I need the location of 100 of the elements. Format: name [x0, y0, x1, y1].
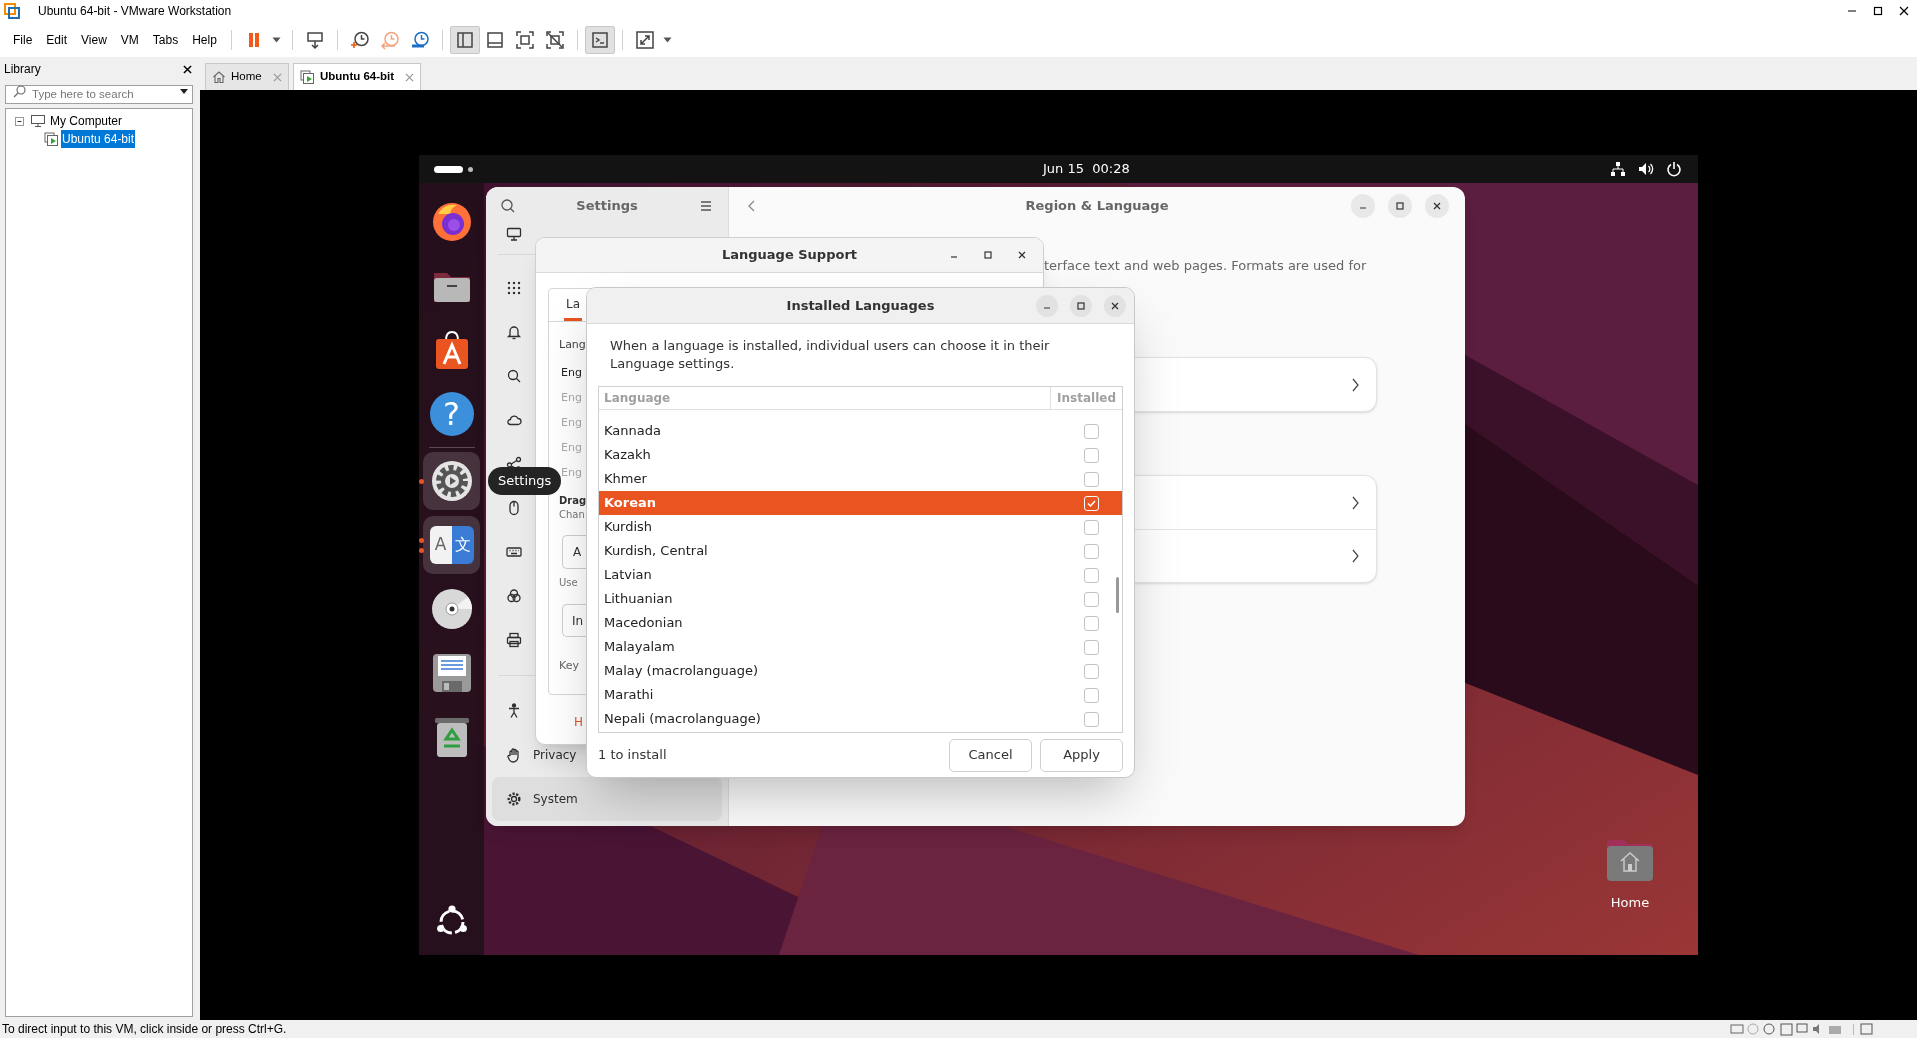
language-name: Malayalam — [603, 638, 676, 657]
checkbox[interactable] — [1084, 711, 1099, 727]
toolbar-button[interactable] — [584, 25, 615, 54]
checkbox[interactable] — [1084, 687, 1099, 703]
checkbox[interactable] — [1084, 591, 1099, 607]
language-row[interactable]: Kurdish, Central — [599, 539, 1122, 563]
maximize-icon[interactable] — [983, 250, 993, 260]
sidebar-item[interactable] — [506, 324, 522, 340]
language-name: Korean — [603, 494, 658, 513]
clock[interactable]: Jun 15 00:28 — [1043, 159, 1130, 179]
power-icon[interactable] — [1666, 161, 1682, 177]
search-icon — [13, 84, 27, 98]
dialog-title: Installed Languages — [786, 296, 935, 315]
menu-item[interactable]: Edit — [39, 28, 75, 51]
scrollbar-thumb[interactable] — [1116, 577, 1119, 613]
sidebar-item[interactable] — [506, 588, 522, 604]
keyboard-icon — [506, 544, 522, 560]
language-row[interactable]: Kurdish — [599, 515, 1122, 539]
sidebar-item[interactable] — [506, 632, 522, 648]
chevron-right-icon[interactable] — [1350, 376, 1360, 393]
maximize-icon — [1395, 201, 1405, 211]
maximize-icon[interactable] — [1873, 6, 1883, 16]
language-row[interactable]: Marathi — [599, 683, 1122, 707]
checkbox[interactable] — [1084, 663, 1099, 679]
language-row[interactable]: Kazakh — [599, 443, 1122, 467]
maximize-icon[interactable] — [1076, 301, 1086, 311]
toolbar-button[interactable] — [449, 25, 480, 54]
sidebar-layout-icon — [454, 29, 475, 50]
gear-icon — [429, 459, 474, 503]
checkbox[interactable] — [1084, 615, 1099, 631]
hint-text: Use — [559, 576, 578, 590]
search-field[interactable]: Type here to search — [5, 84, 193, 104]
menu-item[interactable]: Help — [185, 28, 224, 51]
workspace-indicator[interactable] — [434, 165, 463, 173]
checkbox[interactable] — [1084, 639, 1099, 655]
menu-item[interactable]: Tabs — [145, 28, 186, 51]
sidebar-item[interactable] — [506, 544, 522, 560]
language-name: Kurdish — [603, 518, 654, 537]
menu-item[interactable]: File — [6, 28, 40, 51]
language-row[interactable]: Khmer — [599, 467, 1122, 491]
tab[interactable]: Home — [205, 63, 289, 90]
language-row[interactable]: Korean — [599, 491, 1122, 515]
menu-icon[interactable] — [698, 198, 714, 214]
close-icon[interactable] — [1899, 6, 1909, 16]
sidebar-item[interactable]: System — [492, 777, 722, 821]
tooltip: Settings — [488, 467, 562, 495]
checkbox[interactable] — [1084, 471, 1099, 487]
checkbox[interactable] — [1084, 519, 1099, 535]
menu-item[interactable]: View — [74, 28, 114, 51]
sidebar-item[interactable] — [506, 412, 522, 428]
description-text: When a language is installed, individual users can choose it in their Language settings. — [610, 337, 1051, 373]
checkbox[interactable] — [1084, 543, 1099, 559]
mouse-icon — [506, 500, 522, 516]
sidebar-item[interactable] — [506, 500, 522, 516]
language-row[interactable]: Malayalam — [599, 635, 1122, 659]
tree-item[interactable]: My Computer — [49, 112, 124, 130]
language-name: Kazakh — [603, 446, 652, 465]
checkbox[interactable] — [1084, 567, 1099, 583]
close-icon[interactable] — [1110, 301, 1120, 311]
close-icon[interactable] — [182, 64, 192, 74]
language-item[interactable]: Eng — [561, 361, 582, 386]
maximize-button[interactable] — [1388, 194, 1412, 218]
column-header: Language — [603, 390, 672, 407]
clock-arrow-icon — [379, 29, 400, 50]
cancel-button[interactable]: Cancel — [949, 738, 1032, 772]
language-row[interactable]: Nepali (macrolanguage) — [599, 707, 1122, 731]
fullscreen-icon — [514, 29, 535, 50]
disc-icon — [429, 587, 474, 631]
checkbox[interactable] — [1084, 447, 1099, 463]
gear-icon — [506, 791, 522, 807]
language-row[interactable]: Kannada — [599, 419, 1122, 443]
sidebar-item[interactable] — [506, 280, 522, 296]
close-icon — [1432, 201, 1442, 211]
section-label: Lang — [559, 337, 586, 353]
language-row[interactable]: Latvian — [599, 563, 1122, 587]
tree-item[interactable]: Ubuntu 64-bit — [61, 130, 136, 148]
language-row[interactable]: Macedonian — [599, 611, 1122, 635]
sidebar-item[interactable] — [506, 368, 522, 384]
home-folder-icon[interactable] — [1605, 837, 1655, 883]
language-row[interactable]: Lithuanian — [599, 587, 1122, 611]
expander-icon[interactable] — [14, 115, 25, 127]
checkbox[interactable] — [1084, 423, 1099, 439]
chevron-right-icon[interactable] — [1350, 494, 1360, 511]
sidebar-item[interactable] — [506, 703, 522, 719]
help-link[interactable]: H — [574, 713, 584, 731]
search-icon[interactable] — [500, 198, 516, 214]
accessibility-icon — [506, 703, 522, 719]
chevron-right-icon[interactable] — [1350, 548, 1360, 564]
sidebar-item[interactable] — [506, 226, 522, 242]
volume-icon[interactable] — [1638, 161, 1654, 177]
tab[interactable]: Ubuntu 64-bit — [293, 63, 421, 90]
close-button[interactable] — [1425, 194, 1449, 218]
apply-button[interactable]: Apply — [1040, 738, 1123, 772]
language-row[interactable]: Malay (macrolanguage) — [599, 659, 1122, 683]
network-icon[interactable] — [1610, 161, 1626, 177]
language-name: Malay (macrolanguage) — [603, 662, 760, 681]
desktop-icon-label[interactable]: Home — [1610, 893, 1650, 913]
close-icon[interactable] — [1017, 250, 1027, 260]
tab[interactable]: La — [564, 290, 583, 321]
menu-item[interactable]: VM — [113, 28, 146, 51]
